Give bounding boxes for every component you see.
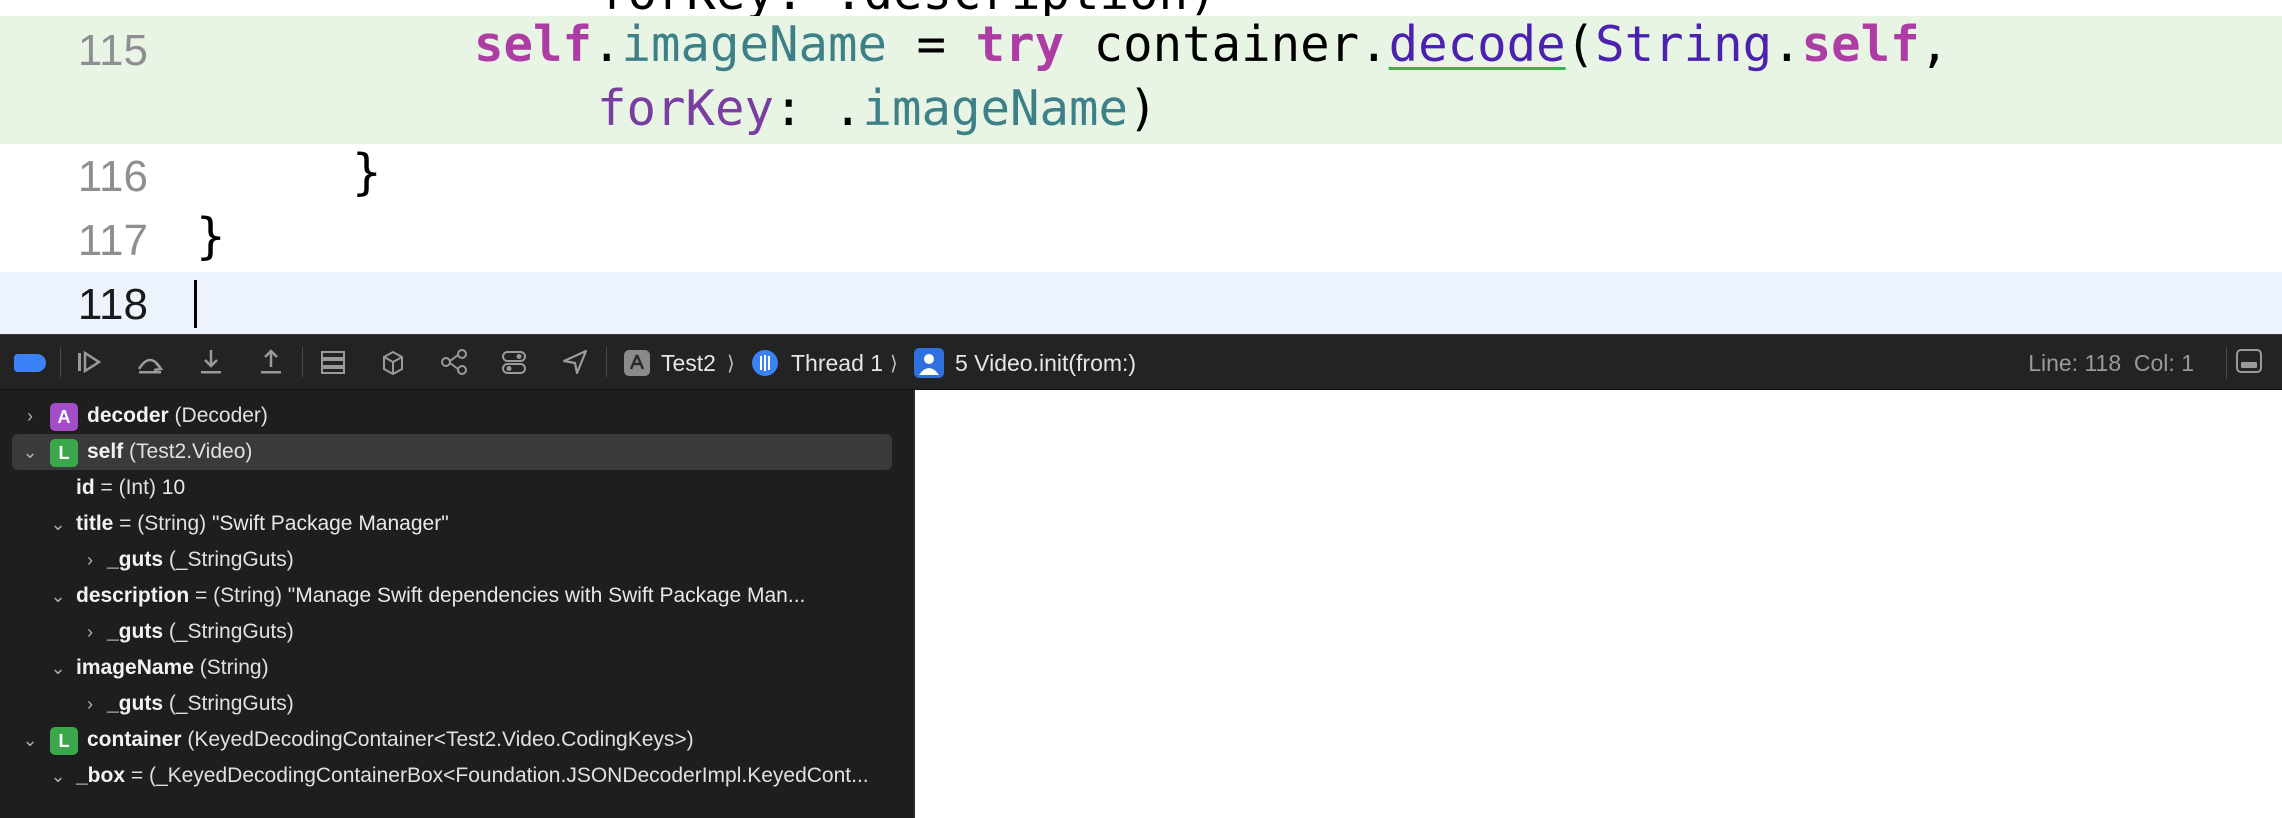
toolbar-divider: [606, 347, 607, 377]
variable-row-self[interactable]: ⌄ L self (Test2.Video): [0, 434, 913, 470]
variable-row-decoder[interactable]: › A decoder (Decoder): [0, 398, 913, 434]
variable-name: decoder: [87, 404, 169, 427]
disclosure-chevron-icon[interactable]: ⌄: [20, 434, 40, 470]
variable-name: _guts: [107, 548, 164, 571]
variable-type: = (_KeyedDecodingContainerBox<Foundation…: [125, 764, 869, 787]
variable-type: = (Int): [94, 476, 156, 499]
location-icon[interactable]: [560, 347, 590, 377]
variable-value: "Swift Package Manager": [206, 512, 449, 535]
variable-name: self: [87, 440, 124, 463]
variable-name: _box: [76, 764, 126, 787]
variable-name: _guts: [107, 692, 164, 715]
code-text: }: [352, 144, 382, 201]
variable-name: id: [76, 476, 95, 499]
variables-view[interactable]: › A decoder (Decoder) ⌄ L self (Test2.Vi…: [0, 390, 913, 818]
code-text: }: [196, 208, 226, 265]
step-over-icon[interactable]: [135, 347, 165, 377]
toggle-debug-area-icon[interactable]: [2236, 349, 2262, 373]
variable-row-description[interactable]: ⌄ description = (String) "Manage Swift d…: [0, 578, 913, 614]
breadcrumb-thread[interactable]: Thread 1: [791, 335, 883, 391]
chevron-right-icon: ⟩: [727, 351, 735, 375]
disclosure-chevron-icon[interactable]: ⌄: [48, 578, 68, 614]
variable-row-id[interactable]: id = (Int) 10: [0, 470, 913, 506]
decode-method-link[interactable]: decode: [1389, 16, 1566, 73]
variable-name: imageName: [76, 656, 194, 679]
variable-row-guts[interactable]: › _guts (_StringGuts): [0, 614, 913, 650]
variable-type: = (String): [113, 512, 207, 535]
variable-type: (Test2.Video): [129, 440, 253, 463]
stack-frame-person-icon: [914, 348, 944, 378]
toolbar-divider: [2226, 347, 2227, 379]
code-line-partial: forKey: .description): [0, 0, 2282, 21]
view-hierarchy-icon[interactable]: [318, 347, 348, 377]
variable-type: (KeyedDecodingContainer<Test2.Video.Codi…: [187, 728, 694, 751]
disclosure-chevron-icon[interactable]: ›: [80, 614, 100, 650]
variable-row-container[interactable]: ⌄ L container (KeyedDecodingContainer<Te…: [0, 722, 913, 758]
app-target-icon: [624, 350, 650, 376]
text-caret: [194, 280, 197, 328]
variable-row-imageName[interactable]: ⌄ imageName (String): [0, 650, 913, 686]
variable-type: = (String): [189, 584, 282, 607]
variable-name: container: [87, 728, 182, 751]
code-line-115[interactable]: 115 self.imageName = try container.decod…: [0, 16, 2282, 144]
code-line-117[interactable]: 117 }: [0, 208, 2282, 272]
toolbar-divider: [302, 347, 303, 377]
console-output[interactable]: [915, 390, 2282, 818]
disclosure-chevron-icon[interactable]: ⌄: [48, 758, 68, 794]
disclosure-chevron-icon[interactable]: ⌄: [48, 650, 68, 686]
memory-graph-icon[interactable]: [378, 347, 408, 377]
environment-icon[interactable]: [439, 347, 469, 377]
disclosure-chevron-icon[interactable]: ›: [80, 542, 100, 578]
variable-row-title[interactable]: ⌄ title = (String) "Swift Package Manage…: [0, 506, 913, 542]
debug-bar: Test2 ⟩ Thread 1 ⟩ 5 Video.init(from:) L…: [0, 334, 2282, 390]
code-line-118-current[interactable]: 118: [0, 272, 2282, 334]
code-text-line-115-part1: self.imageName = try container.decode(St…: [474, 16, 1950, 73]
step-out-icon[interactable]: [256, 347, 286, 377]
variable-value: 10: [155, 476, 186, 499]
cursor-position-status: Line: 118 Col: 1: [2028, 350, 2194, 376]
variable-type: (Decoder): [174, 404, 268, 427]
variable-row-box[interactable]: ⌄ _box = (_KeyedDecodingContainerBox<Fou…: [0, 758, 913, 794]
local-badge-icon: L: [50, 727, 78, 755]
variable-type: (_StringGuts): [168, 620, 294, 643]
variable-type: (_StringGuts): [168, 548, 294, 571]
disclosure-chevron-icon[interactable]: ⌄: [48, 506, 68, 542]
source-editor[interactable]: forKey: .description) 115 self.imageName…: [0, 0, 2282, 334]
breadcrumb-frame[interactable]: 5 Video.init(from:): [955, 335, 1136, 391]
thread-icon: [752, 350, 778, 376]
variable-name: _guts: [107, 620, 164, 643]
disclosure-chevron-icon[interactable]: ›: [20, 398, 40, 434]
variable-row-guts[interactable]: › _guts (_StringGuts): [0, 542, 913, 578]
breakpoints-toggle-icon[interactable]: [14, 354, 46, 372]
variable-value: "Manage Swift dependencies with Swift Pa…: [281, 584, 806, 607]
disclosure-chevron-icon[interactable]: ⌄: [20, 722, 40, 758]
line-number: 115: [77, 26, 148, 75]
line-number: 118: [77, 280, 148, 329]
code-text-line-115-part2: forKey: .imageName): [597, 80, 1158, 137]
disclosure-chevron-icon[interactable]: ›: [80, 686, 100, 722]
variable-type: (String): [199, 656, 269, 679]
variable-name: title: [76, 512, 114, 535]
line-number: 116: [77, 152, 148, 201]
continue-icon[interactable]: [75, 347, 105, 377]
step-into-icon[interactable]: [196, 347, 226, 377]
local-badge-icon: L: [50, 439, 78, 467]
variable-row-guts[interactable]: › _guts (_StringGuts): [0, 686, 913, 722]
breadcrumb-target[interactable]: Test2: [661, 335, 716, 391]
argument-badge-icon: A: [50, 403, 78, 431]
simulate-location-icon[interactable]: [499, 347, 529, 377]
variable-type: (_StringGuts): [168, 692, 294, 715]
code-line-116[interactable]: 116 }: [0, 144, 2282, 208]
line-number: 117: [77, 216, 148, 265]
chevron-right-icon: ⟩: [890, 351, 898, 375]
variable-name: description: [76, 584, 190, 607]
toolbar-divider: [60, 347, 61, 377]
